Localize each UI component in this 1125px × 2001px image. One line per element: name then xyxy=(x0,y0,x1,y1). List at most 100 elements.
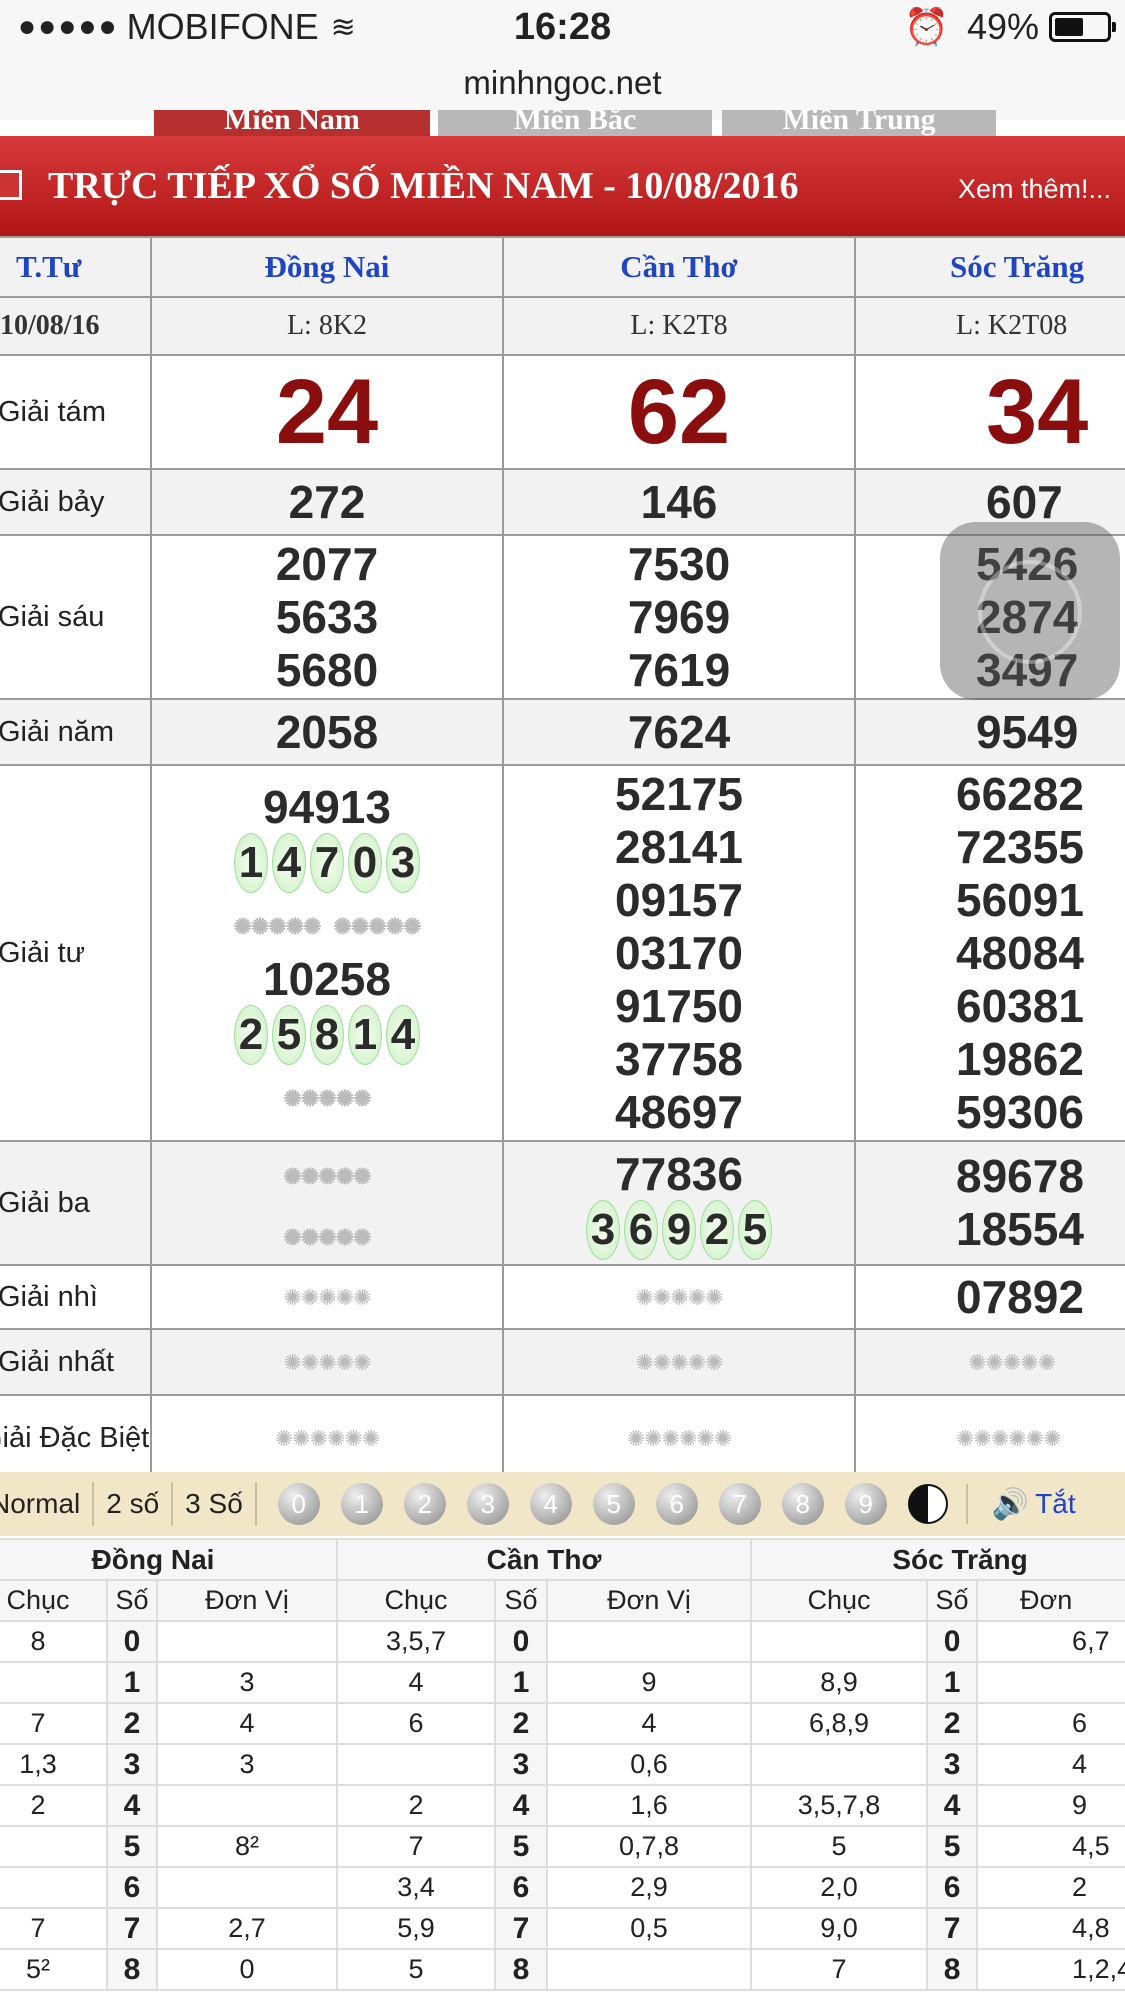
prize-row-3: Giải ba ✺✺✺✺✺ ✺✺✺✺✺ 77836 36925 89678 18… xyxy=(0,1140,1125,1266)
prize-number: 34 xyxy=(854,354,1125,470)
loto-so: 8 xyxy=(926,1948,979,1991)
region-tabs: Miền Nam Miền Bắc Miền Trung xyxy=(0,110,1125,138)
prize-cell: ✺✺✺✺✺ ✺✺✺✺✺ xyxy=(150,1140,504,1266)
pending-spinner: ✺✺✺✺✺✺ xyxy=(274,1425,381,1451)
digit-ball-3[interactable]: 3 xyxy=(466,1483,509,1525)
digit-ball-4[interactable]: 4 xyxy=(529,1483,572,1525)
loto-chuc: 3,5,7,8 xyxy=(750,1784,929,1827)
loto-don-vi: 0,7,8 xyxy=(546,1825,753,1868)
rolling-digit: 5 xyxy=(272,1005,306,1065)
prize-number: 09157 xyxy=(615,873,743,926)
prize-cell: ✺✺✺✺✺ xyxy=(150,1264,504,1330)
prize-label: Giải Đặc Biệt xyxy=(0,1394,152,1482)
digit-ball-1[interactable]: 1 xyxy=(340,1483,383,1525)
province-dong-nai[interactable]: Đồng Nai xyxy=(150,236,504,298)
option-normal[interactable]: Normal xyxy=(0,1482,95,1526)
toggle-sound-link[interactable]: Tắt xyxy=(1035,1488,1075,1520)
col-chuc: Chục xyxy=(0,1579,108,1622)
rolling-digit: 4 xyxy=(386,1005,420,1065)
loto-chuc: 1,3 xyxy=(0,1743,108,1786)
loto-chuc xyxy=(750,1743,929,1786)
col-chuc: Chục xyxy=(750,1579,929,1622)
loto-so: 0 xyxy=(494,1620,549,1663)
ticket-code: L: K2T08 xyxy=(854,296,1125,356)
prize-number: 62 xyxy=(502,354,856,470)
loto-chuc: 2 xyxy=(0,1784,108,1827)
prize-label: Giải nhì xyxy=(0,1264,152,1330)
loto-chuc: 7 xyxy=(0,1702,108,1745)
loto-so: 3 xyxy=(494,1743,549,1786)
province-soc-trang[interactable]: Sóc Trăng xyxy=(854,236,1125,298)
loto-row: 1 3 4 1 9 8,9 1 xyxy=(0,1661,1125,1704)
province-can-tho[interactable]: Cần Thơ xyxy=(502,236,856,298)
live-banner: TRỰC TIẾP XỔ SỐ MIỀN NAM - 10/08/2016 Xe… xyxy=(0,136,1125,238)
prize-number: 28141 xyxy=(615,820,743,873)
loto-don-vi: 4 xyxy=(155,1702,339,1745)
col-don-vi: Đơn Vị xyxy=(155,1579,339,1622)
loto-don-vi xyxy=(155,1784,339,1827)
prize-cell: 2077 5633 5680 xyxy=(150,534,504,700)
prize-number: 56091 xyxy=(956,873,1084,926)
rolling-digit: 1 xyxy=(234,833,268,893)
loto-province: Sóc Trăng xyxy=(750,1538,1125,1581)
digit-ball-9[interactable]: 9 xyxy=(844,1483,887,1525)
loto-don-vi: 9 xyxy=(976,1784,1125,1827)
tab-mien-nam[interactable]: Miền Nam xyxy=(154,110,430,138)
rolling-digit: 7 xyxy=(310,833,344,893)
loto-don-vi: 4,8 xyxy=(976,1907,1125,1950)
loto-row: 5² 8 0 5 8 7 8 1,2,4 xyxy=(0,1948,1125,1991)
prize-number: 9549 xyxy=(854,698,1125,766)
digit-ball-8[interactable]: 8 xyxy=(781,1483,824,1525)
speaker-icon[interactable]: 🔊 xyxy=(992,1487,1029,1522)
col-so: Số xyxy=(494,1579,549,1622)
mail-icon xyxy=(0,170,22,200)
digit-ball-0[interactable]: 0 xyxy=(277,1483,320,1525)
loto-body: 8 0 3,5,7 0 0 6,7 1 3 4 1 9 8,9 1 7 2 4 6 2 4 6,8,9 2 6 1,3 3 3 3… xyxy=(0,1620,1125,1991)
rolling-number: 36925 xyxy=(504,1199,854,1260)
rolling-digit: 8 xyxy=(310,1005,344,1065)
digit-ball-6[interactable]: 6 xyxy=(655,1483,698,1525)
digit-ball-5[interactable]: 5 xyxy=(592,1483,635,1525)
prize-number: 07892 xyxy=(854,1264,1125,1330)
loto-don-vi: 1,2,4 xyxy=(976,1948,1125,1991)
loto-chuc xyxy=(0,1825,108,1868)
loto-so: 4 xyxy=(494,1784,549,1827)
digit-ball-7[interactable]: 7 xyxy=(718,1483,761,1525)
loto-chuc xyxy=(0,1661,108,1704)
digit-ball-2[interactable]: 2 xyxy=(403,1483,446,1525)
loto-so: 8 xyxy=(494,1948,549,1991)
prize-cell: ✺✺✺✺✺ xyxy=(150,1328,504,1396)
prize-number: 5633 xyxy=(275,590,379,643)
date-row: 10/08/16 L: 8K2 L: K2T8 L: K2T08 xyxy=(0,296,1125,356)
prize-number: 10258 xyxy=(263,953,391,1005)
option-3-so[interactable]: 3 Số xyxy=(173,1482,257,1526)
loto-don-vi: 3 xyxy=(155,1743,339,1786)
col-chuc: Chục xyxy=(336,1579,497,1622)
rolling-digit: 1 xyxy=(348,1005,382,1065)
prize-cell: ✺✺✺✺✺✺ xyxy=(150,1394,504,1482)
loto-so: 2 xyxy=(494,1702,549,1745)
prize-row-special: Giải Đặc Biệt ✺✺✺✺✺✺ ✺✺✺✺✺✺ ✺✺✺✺✺✺ xyxy=(0,1394,1125,1482)
loto-don-vi: 0,6 xyxy=(546,1743,753,1786)
rolling-digit: 3 xyxy=(386,833,420,893)
prize-cell: 7530 7969 7619 xyxy=(502,534,856,700)
weekday-label: T.Tư xyxy=(0,236,152,298)
prize-cell: ✺✺✺✺✺ xyxy=(502,1264,856,1330)
loto-so: 7 xyxy=(106,1907,158,1950)
option-2-so[interactable]: 2 số xyxy=(94,1482,174,1526)
yin-yang-icon[interactable] xyxy=(907,1484,948,1524)
loto-so: 0 xyxy=(926,1620,979,1663)
pending-spinner: ✺✺✺✺✺ xyxy=(635,1349,723,1375)
prize-cell: 66282 72355 56091 48084 60381 19862 5930… xyxy=(854,764,1125,1142)
prize-cell: ✺✺✺✺✺ xyxy=(854,1328,1125,1396)
tab-mien-bac[interactable]: Miền Bắc xyxy=(438,110,712,138)
tab-mien-trung[interactable]: Miền Trung xyxy=(722,110,996,138)
assistive-touch-button[interactable] xyxy=(940,522,1120,700)
col-don-vi: Đơn Vị xyxy=(546,1579,753,1622)
prize-number: 18554 xyxy=(956,1203,1084,1255)
loto-so: 8 xyxy=(106,1948,158,1991)
col-don-vi: Đơn xyxy=(976,1579,1125,1622)
see-more-link[interactable]: Xem thêm!... xyxy=(958,174,1111,205)
prize-number: 91750 xyxy=(615,979,743,1032)
rolling-number: 25814 xyxy=(152,1005,502,1065)
